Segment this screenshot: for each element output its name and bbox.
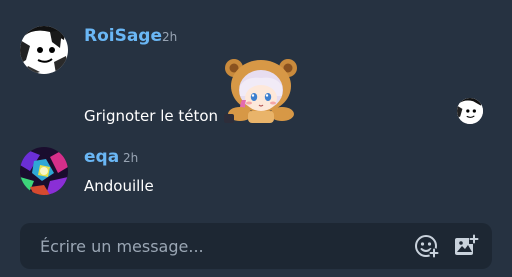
message-item: eqa 2h Andouille: [0, 140, 512, 210]
image-add-button[interactable]: [453, 233, 479, 259]
message-item: RoiSage 2h Grignoter le téton: [0, 0, 512, 140]
monochrome-character-avatar-icon: [457, 98, 483, 124]
author-name[interactable]: RoiSage: [84, 26, 162, 46]
colorful-abstract-avatar-icon: [20, 147, 68, 195]
timestamp: 2h: [162, 30, 178, 44]
sticker-add-icon: [415, 235, 439, 258]
message-text: Grignoter le téton: [84, 107, 219, 125]
message-input[interactable]: [40, 233, 400, 259]
timestamp: 2h: [123, 151, 139, 165]
eqa-avatar[interactable]: [20, 147, 68, 195]
roisage-avatar[interactable]: [20, 26, 68, 74]
image-add-icon: [455, 234, 479, 255]
author-name[interactable]: eqa: [84, 147, 119, 167]
anime-girl-bear-hood-sticker-icon[interactable]: [218, 56, 304, 124]
monochrome-character-avatar-icon: [20, 26, 68, 74]
sticker-add-button[interactable]: [414, 233, 440, 259]
message-composer: [20, 223, 492, 269]
read-receipt-avatar: [457, 98, 483, 124]
message-text: Andouille: [84, 177, 154, 195]
